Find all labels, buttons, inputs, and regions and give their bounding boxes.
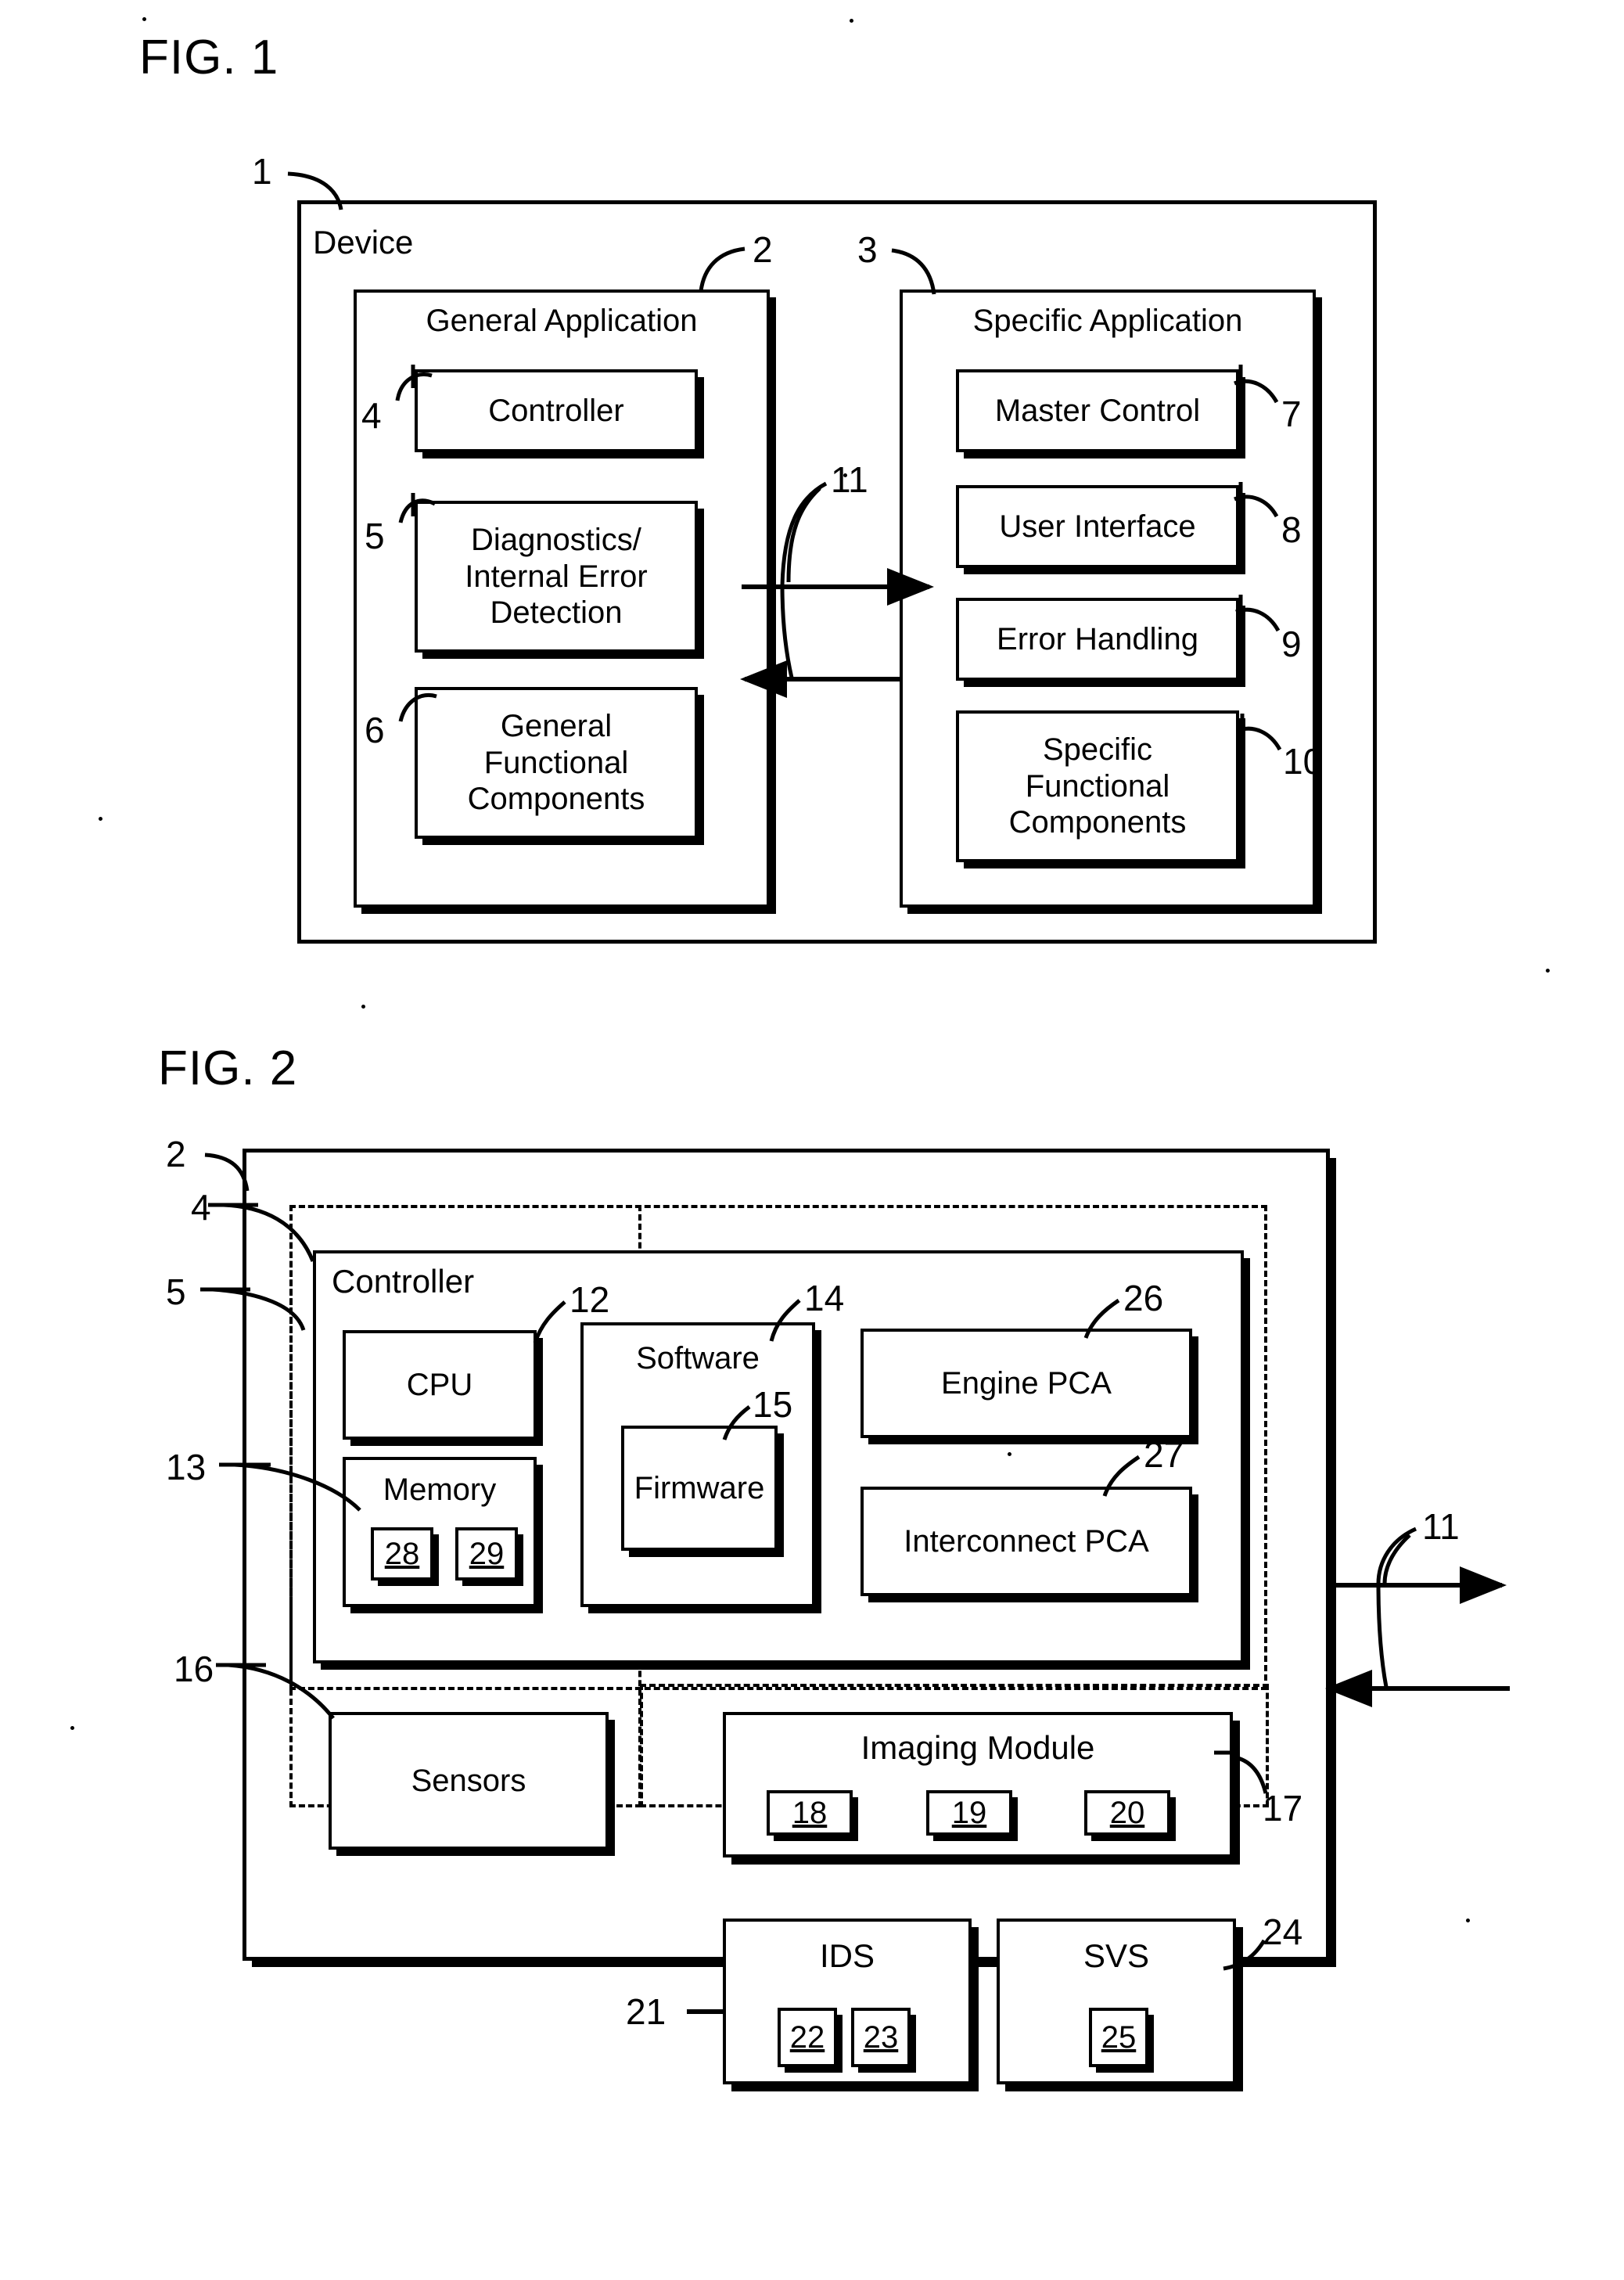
imaging-tile-18-label: 18 [792, 1795, 828, 1830]
scan-speck [99, 817, 102, 821]
ref-numeral-13-fig2: 13 [166, 1447, 207, 1487]
user-interface-box[interactable]: User Interface [956, 485, 1239, 568]
specific-functional-components-box[interactable]: Specific Functional Components [956, 710, 1239, 862]
controller-box[interactable]: Controller [415, 369, 698, 452]
scan-speck [1008, 1452, 1011, 1456]
imaging-tile-20-label: 20 [1109, 1795, 1145, 1830]
ref-numeral-4: 4 [361, 395, 382, 436]
software-box[interactable]: Software Firmware [580, 1322, 815, 1607]
ref-numeral-2-fig2: 2 [166, 1134, 186, 1174]
svs-box[interactable]: SVS 25 [997, 1919, 1236, 2084]
general-application-title: General Application [426, 304, 698, 338]
diagnostics-internal-error-detection-box[interactable]: Diagnostics/ Internal Error Detection [415, 501, 698, 653]
ids-label: IDS [819, 1937, 875, 1974]
scan-speck [142, 17, 146, 21]
figure-1-title: FIG. 1 [139, 31, 279, 85]
ids-tile-22[interactable]: 22 [778, 2008, 837, 2067]
ref-numeral-1: 1 [252, 151, 272, 192]
firmware-box[interactable]: Firmware [621, 1426, 778, 1551]
error-handling-label: Error Handling [997, 621, 1198, 656]
memory-tile-28-label: 28 [384, 1536, 420, 1571]
ids-tile-22-label: 22 [789, 2019, 825, 2055]
sensors-box[interactable]: Sensors [329, 1712, 609, 1850]
scan-speck [70, 1726, 74, 1730]
ref-numeral-3: 3 [857, 229, 878, 270]
interconnect-pca-label: Interconnect PCA [904, 1523, 1149, 1559]
ref-numeral-26: 26 [1123, 1278, 1164, 1318]
svs-label: SVS [1083, 1937, 1150, 1974]
scan-speck [850, 19, 853, 23]
user-interface-label: User Interface [999, 509, 1196, 544]
error-handling-box[interactable]: Error Handling [956, 598, 1239, 681]
memory-tile-28[interactable]: 28 [371, 1527, 433, 1581]
memory-label: Memory [383, 1473, 497, 1507]
ref-21-leader-line [687, 2009, 726, 2014]
ref-numeral-6: 6 [365, 710, 385, 750]
ids-tile-23-label: 23 [863, 2019, 899, 2055]
interconnect-pca-box[interactable]: Interconnect PCA [861, 1487, 1192, 1596]
specific-functional-components-label: Specific Functional Components [1008, 732, 1187, 840]
ref-numeral-14: 14 [804, 1278, 845, 1318]
ref-numeral-12: 12 [569, 1279, 610, 1320]
ref-numeral-5-fig2: 5 [166, 1271, 186, 1312]
imaging-tile-19[interactable]: 19 [926, 1790, 1012, 1836]
sensors-label: Sensors [411, 1763, 526, 1798]
ref-numeral-27: 27 [1144, 1434, 1184, 1475]
engine-pca-label: Engine PCA [941, 1365, 1112, 1401]
imaging-tile-18[interactable]: 18 [767, 1790, 853, 1836]
ref-numeral-5: 5 [365, 516, 385, 556]
ref-numeral-15: 15 [753, 1384, 793, 1425]
scan-speck [361, 1005, 365, 1009]
device-label: Device [313, 224, 414, 261]
imaging-module-label: Imaging Module [861, 1729, 1095, 1766]
scan-speck [1546, 969, 1550, 973]
ref-numeral-7: 7 [1281, 394, 1302, 434]
memory-tile-29[interactable]: 29 [455, 1527, 518, 1581]
figure-2-title: FIG. 2 [158, 1041, 298, 1095]
svs-tile-25-label: 25 [1101, 2019, 1137, 2055]
general-functional-components-label: General Functional Components [467, 709, 645, 817]
ref-numeral-21: 21 [626, 1991, 666, 2032]
cpu-label: CPU [406, 1367, 473, 1402]
imaging-module-box[interactable]: Imaging Module 18 19 20 [723, 1712, 1233, 1857]
memory-tile-29-label: 29 [469, 1536, 505, 1571]
imaging-tile-20[interactable]: 20 [1084, 1790, 1170, 1836]
scan-speck [843, 473, 847, 477]
software-label: Software [636, 1341, 760, 1376]
general-functional-components-box[interactable]: General Functional Components [415, 687, 698, 839]
scan-speck [1466, 1919, 1470, 1922]
controller-panel-title: Controller [332, 1263, 475, 1300]
ref-numeral-10: 10 [1283, 741, 1324, 782]
ref-numeral-8: 8 [1281, 509, 1302, 550]
memory-box[interactable]: Memory 28 29 [343, 1457, 537, 1607]
master-control-label: Master Control [994, 393, 1201, 428]
ref-numeral-4-fig2: 4 [191, 1187, 211, 1228]
engine-pca-box[interactable]: Engine PCA [861, 1329, 1192, 1438]
ref-numeral-17: 17 [1263, 1788, 1303, 1829]
ref-numeral-11-fig1: 11 [831, 459, 868, 500]
ids-tile-23[interactable]: 23 [851, 2008, 911, 2067]
svs-tile-25[interactable]: 25 [1089, 2008, 1148, 2067]
ref-numeral-9: 9 [1281, 624, 1302, 664]
ref-numeral-2: 2 [753, 229, 773, 270]
diagnostics-label: Diagnostics/ Internal Error Detection [465, 523, 648, 631]
imaging-tile-19-label: 19 [951, 1795, 987, 1830]
ref-numeral-16-fig2: 16 [174, 1649, 214, 1689]
firmware-label: Firmware [634, 1470, 765, 1505]
master-control-box[interactable]: Master Control [956, 369, 1239, 452]
ids-box[interactable]: IDS 22 23 [723, 1919, 972, 2084]
controller-label: Controller [488, 393, 624, 428]
ref-numeral-11-fig2: 11 [1422, 1506, 1460, 1547]
cpu-box[interactable]: CPU [343, 1330, 537, 1440]
ref-numeral-24: 24 [1263, 1911, 1303, 1952]
specific-application-title: Specific Application [972, 304, 1243, 338]
